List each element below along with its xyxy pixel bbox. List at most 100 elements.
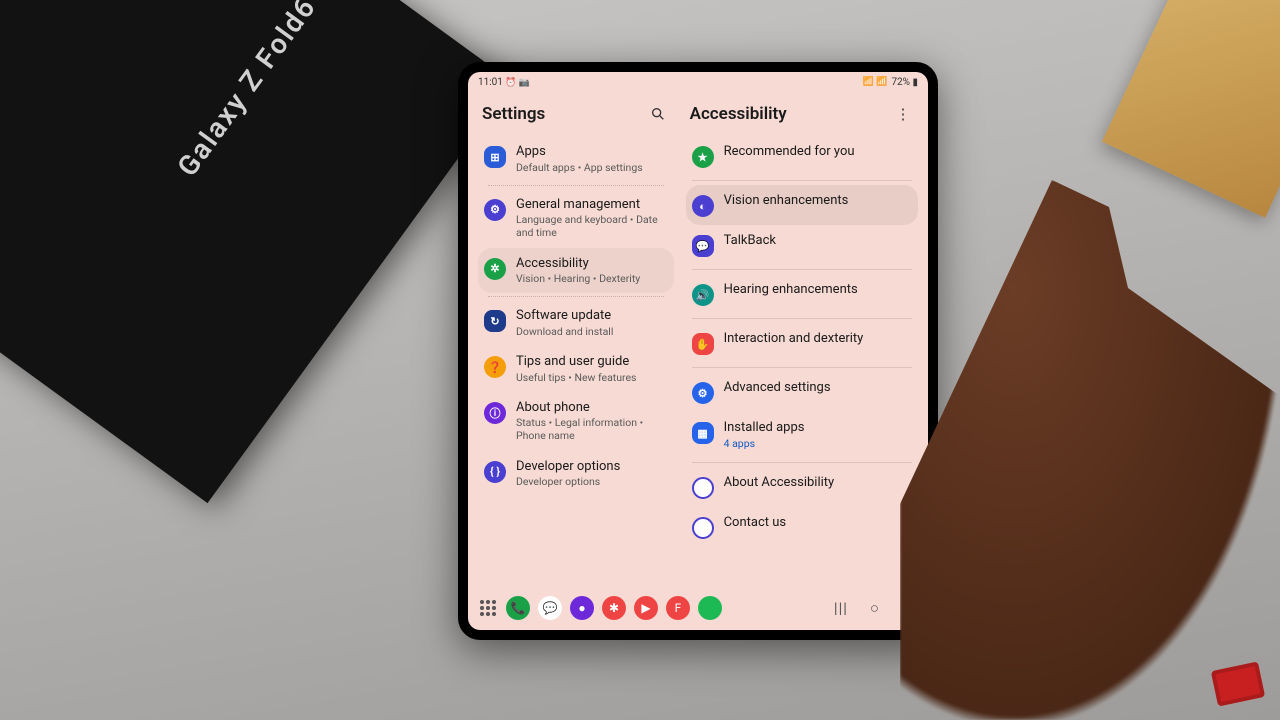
item-subtitle: Status • Legal information • Phone name xyxy=(516,416,668,442)
app-drawer-button[interactable] xyxy=(480,600,496,616)
item-text: Recommended for you xyxy=(724,144,855,160)
item-subtitle: Language and keyboard • Date and time xyxy=(516,213,668,239)
separator xyxy=(692,269,912,270)
separator xyxy=(692,367,912,368)
settings-item-developer-options[interactable]: { }Developer optionsDeveloper options xyxy=(478,451,674,497)
settings-item-apps[interactable]: ⊞AppsDefault apps • App settings xyxy=(478,136,674,182)
divider xyxy=(488,185,664,186)
item-title: Tips and user guide xyxy=(516,354,636,370)
item-icon: ⚙ xyxy=(484,199,506,221)
item-title: About Accessibility xyxy=(724,475,835,491)
tablet-device: 11:01 ⏰ 📷 📶 📶 72% ▮ Settings ⊞AppsDefaul… xyxy=(458,62,938,640)
accessibility-pane: Accessibility ⋮ ★ Recommended for you ◐ Vis… xyxy=(680,92,928,586)
item-title: Hearing enhancements xyxy=(724,282,858,298)
signal-icons: 📶 📶 xyxy=(863,77,888,87)
item-icon: ↻ xyxy=(484,310,506,332)
item-text: About Accessibility xyxy=(724,475,835,491)
item-title: About phone xyxy=(516,400,668,416)
item-title: Interaction and dexterity xyxy=(724,331,864,347)
accessibility-list: ★ Recommended for you ◐ Vision enhancements… xyxy=(686,136,918,547)
accessibility-item-advanced-settings[interactable]: ⚙Advanced settings xyxy=(686,372,918,412)
item-subtitle: Default apps • App settings xyxy=(516,161,643,174)
item-text: Hearing enhancements xyxy=(724,282,858,298)
accessibility-item-installed-apps[interactable]: ▦ Installed apps4 apps xyxy=(686,412,918,458)
accessibility-title: Accessibility xyxy=(690,104,787,124)
divider xyxy=(488,296,664,297)
dock-app[interactable]: F xyxy=(666,596,690,620)
item-title: TalkBack xyxy=(724,233,776,249)
nav-recents[interactable]: ||| xyxy=(834,599,848,617)
settings-item-accessibility[interactable]: ✲AccessibilityVision • Hearing • Dexteri… xyxy=(478,248,674,294)
accessibility-item-hearing-enhancements[interactable]: 🔊 Hearing enhancements xyxy=(686,274,918,314)
settings-list: ⊞AppsDefault apps • App settings ⚙ General… xyxy=(478,136,674,496)
accessibility-item-about-accessibility[interactable]: ◯ About Accessibility xyxy=(686,467,918,507)
item-subtitle: 4 apps xyxy=(724,437,805,450)
dock-apps: 📞 💬 ● ✱ ▶ F xyxy=(506,596,722,620)
status-right: 📶 📶 72% ▮ xyxy=(863,77,918,88)
item-icon: 🔊 xyxy=(692,284,714,306)
item-icon: { } xyxy=(484,461,506,483)
item-subtitle: Download and install xyxy=(516,325,613,338)
more-button[interactable]: ⋮ xyxy=(890,102,914,126)
item-icon: ❓ xyxy=(484,356,506,378)
item-text: Tips and user guideUseful tips • New fea… xyxy=(516,354,636,384)
accessibility-item-interaction-and-dexterity[interactable]: ✋ Interaction and dexterity xyxy=(686,323,918,363)
item-text: Installed apps4 apps xyxy=(724,420,805,450)
item-icon: ◐ xyxy=(692,195,714,217)
item-title: Vision enhancements xyxy=(724,193,849,209)
item-title: Software update xyxy=(516,308,613,324)
dock-app[interactable]: ▶ xyxy=(634,596,658,620)
accessibility-item-vision-enhancements[interactable]: ◐ Vision enhancements xyxy=(686,185,918,225)
item-subtitle: Vision • Hearing • Dexterity xyxy=(516,272,640,285)
separator xyxy=(692,318,912,319)
search-icon xyxy=(650,106,666,122)
accessibility-item-contact-us[interactable]: ✉ Contact us xyxy=(686,507,918,547)
separator xyxy=(692,180,912,181)
item-text: TalkBack xyxy=(724,233,776,249)
item-icon: ◯ xyxy=(692,477,714,499)
settings-item-general-management[interactable]: ⚙ General managementLanguage and keyboard… xyxy=(478,189,674,248)
item-icon: ✋ xyxy=(692,333,714,355)
search-button[interactable] xyxy=(646,102,670,126)
accessibility-item-recommended-for-you[interactable]: ★ Recommended for you xyxy=(686,136,918,176)
dock-app[interactable]: 📞 xyxy=(506,596,530,620)
item-title: Apps xyxy=(516,144,643,160)
accessibility-item-talkback[interactable]: 💬 TalkBack xyxy=(686,225,918,265)
dock-app[interactable]: ✱ xyxy=(602,596,626,620)
item-subtitle: Developer options xyxy=(516,475,620,488)
dock-app[interactable]: ● xyxy=(570,596,594,620)
settings-header: Settings xyxy=(478,96,674,136)
item-text: Contact us xyxy=(724,515,787,531)
more-icon: ⋮ xyxy=(895,105,908,123)
item-text: AccessibilityVision • Hearing • Dexterit… xyxy=(516,256,640,286)
columns: Settings ⊞AppsDefault apps • App setting… xyxy=(468,92,928,586)
item-subtitle: Useful tips • New features xyxy=(516,371,636,384)
status-left-icons: ⏰ 📷 xyxy=(505,78,530,88)
screen: 11:01 ⏰ 📷 📶 📶 72% ▮ Settings ⊞AppsDefaul… xyxy=(468,72,928,630)
item-icon: 💬 xyxy=(692,235,714,257)
item-text: Interaction and dexterity xyxy=(724,331,864,347)
nav-home[interactable]: ○ xyxy=(870,599,879,617)
item-title: Recommended for you xyxy=(724,144,855,160)
dock-app[interactable] xyxy=(698,596,722,620)
item-icon: ✉ xyxy=(692,517,714,539)
settings-item-about-phone[interactable]: ⓘ About phoneStatus • Legal information •… xyxy=(478,392,674,451)
settings-item-software-update[interactable]: ↻ Software updateDownload and install xyxy=(478,300,674,346)
item-text: Vision enhancements xyxy=(724,193,849,209)
item-icon: ★ xyxy=(692,146,714,168)
item-text: Advanced settings xyxy=(724,380,831,396)
item-icon: ▦ xyxy=(692,422,714,444)
item-text: General managementLanguage and keyboard … xyxy=(516,197,668,240)
taskbar: 📞💬●✱▶F ||| ○ 〈 xyxy=(468,586,928,630)
status-bar: 11:01 ⏰ 📷 📶 📶 72% ▮ xyxy=(468,72,928,92)
item-icon: ⓘ xyxy=(484,402,506,424)
status-left: 11:01 ⏰ 📷 xyxy=(478,77,530,88)
item-title: Contact us xyxy=(724,515,787,531)
separator xyxy=(692,462,912,463)
item-title: Installed apps xyxy=(724,420,805,436)
item-title: Accessibility xyxy=(516,256,640,272)
dock-app[interactable]: 💬 xyxy=(538,596,562,620)
battery-text: 72% ▮ xyxy=(891,77,918,88)
accessibility-header: Accessibility ⋮ xyxy=(686,96,918,136)
settings-item-tips-and-user-guide[interactable]: ❓ Tips and user guideUseful tips • New fe… xyxy=(478,346,674,392)
